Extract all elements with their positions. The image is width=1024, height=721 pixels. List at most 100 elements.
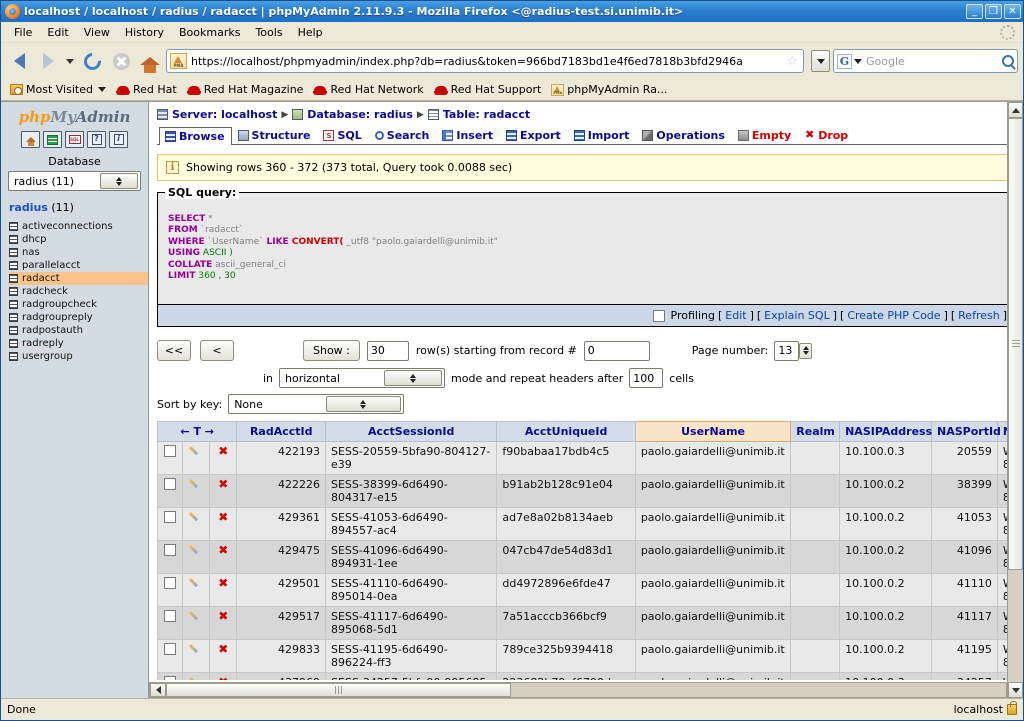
sidebar-table-radpostauth[interactable]: radpostauth <box>9 324 148 337</box>
page-number-stepper[interactable] <box>799 342 813 359</box>
delete-icon[interactable]: ✖ <box>218 510 228 524</box>
history-dropdown-button[interactable] <box>64 48 76 74</box>
row-checkbox[interactable] <box>163 676 176 680</box>
row-delete-cell[interactable]: ✖ <box>209 639 238 673</box>
row-delete-cell[interactable]: ✖ <box>209 441 238 475</box>
spinner-icon[interactable] <box>325 396 402 412</box>
column-header-radacctid[interactable]: RadAcctId <box>236 421 326 442</box>
vertical-scrollbar[interactable] <box>1007 102 1023 698</box>
tab-operations[interactable]: Operations <box>636 126 732 144</box>
scroll-up-button[interactable] <box>1008 102 1023 118</box>
row-checkbox[interactable] <box>163 478 176 490</box>
horizontal-scrollbar[interactable] <box>149 682 1023 698</box>
explain-sql-link[interactable]: Explain SQL <box>764 309 830 322</box>
bookmark-phpmyadmin[interactable]: phpMyAdmin Ra... <box>546 81 672 98</box>
search-input-placeholder[interactable]: Google <box>866 55 1002 68</box>
bookmark-red-hat-magazine[interactable]: Red Hat Magazine <box>182 81 309 98</box>
breadcrumb-database[interactable]: Database: radius <box>307 108 413 121</box>
row-checkbox[interactable] <box>163 610 176 622</box>
sidebar-sql-button[interactable] <box>65 131 84 148</box>
search-icon[interactable] <box>1002 55 1014 67</box>
sidebar-table-radgroupreply[interactable]: radgroupreply <box>9 311 148 324</box>
column-header-acctsessionid[interactable]: AcctSessionId <box>324 421 498 442</box>
sidebar-table-radacct[interactable]: radacct <box>9 272 148 285</box>
current-database[interactable]: radius (11) <box>1 201 148 220</box>
row-checkbox-cell[interactable] <box>157 474 183 508</box>
stop-button[interactable] <box>108 48 134 74</box>
delete-icon[interactable]: ✖ <box>218 675 228 680</box>
create-php-code-link[interactable]: Create PHP Code <box>847 309 940 322</box>
bookmark-star-icon[interactable]: ☆ <box>786 55 798 68</box>
edit-icon[interactable] <box>190 445 202 457</box>
select-all-header[interactable]: ← T → <box>157 421 238 442</box>
row-checkbox-cell[interactable] <box>157 573 183 607</box>
menu-help[interactable]: Help <box>291 23 330 42</box>
record-start-input[interactable] <box>583 340 650 361</box>
tab-import[interactable]: Import <box>568 126 637 144</box>
edit-icon[interactable] <box>190 478 202 490</box>
edit-icon[interactable] <box>190 676 202 680</box>
delete-icon[interactable]: ✖ <box>218 576 228 590</box>
menu-history[interactable]: History <box>118 23 171 42</box>
row-delete-cell[interactable]: ✖ <box>209 474 238 508</box>
menu-bookmarks[interactable]: Bookmarks <box>172 23 247 42</box>
chevron-down-icon[interactable] <box>854 58 862 64</box>
breadcrumb-server[interactable]: Server: localhost <box>172 108 277 121</box>
table-row[interactable]: ✖ 437969 SESS-34257-5bfa90-995685-72c 22… <box>157 672 1015 680</box>
table-row[interactable]: ✖ 429361 SESS-41053-6d6490-894557-ac4 ad… <box>157 507 1015 541</box>
horizontal-scroll-thumb[interactable] <box>166 683 511 697</box>
repeat-headers-input[interactable] <box>629 368 664 388</box>
search-bar[interactable]: G Google <box>833 49 1018 73</box>
display-mode-select[interactable]: horizontal <box>279 368 446 388</box>
vertical-scroll-thumb[interactable] <box>1008 118 1023 570</box>
spinner-icon[interactable] <box>384 370 443 386</box>
breadcrumb-table[interactable]: Table: radacct <box>443 108 530 121</box>
menu-file[interactable]: File <box>7 23 39 42</box>
table-row[interactable]: ✖ 429517 SESS-41117-6d6490-895068-5d1 7a… <box>157 606 1015 640</box>
row-checkbox-cell[interactable] <box>157 606 183 640</box>
row-checkbox-cell[interactable] <box>157 639 183 673</box>
delete-icon[interactable]: ✖ <box>218 609 228 623</box>
table-row[interactable]: ✖ 429501 SESS-41110-6d6490-895014-0ea dd… <box>157 573 1015 607</box>
delete-icon[interactable]: ✖ <box>218 444 228 458</box>
tab-export[interactable]: Export <box>500 126 568 144</box>
bookmark-red-hat[interactable]: Red Hat <box>111 81 182 98</box>
sidebar-home-button[interactable] <box>21 131 40 148</box>
row-delete-cell[interactable]: ✖ <box>209 606 238 640</box>
edit-icon[interactable] <box>190 577 202 589</box>
table-row[interactable]: ✖ 429833 SESS-41195-6d6490-896224-ff3 78… <box>157 639 1015 673</box>
delete-icon[interactable]: ✖ <box>218 477 228 491</box>
row-checkbox-cell[interactable] <box>157 441 183 475</box>
sidebar-table-parallelacct[interactable]: parallelacct <box>9 259 148 272</box>
url-dropdown-button[interactable] <box>811 50 830 72</box>
bookmark-red-hat-support[interactable]: Red Hat Support <box>429 81 547 98</box>
refresh-link[interactable]: Refresh <box>958 309 1000 322</box>
edit-link[interactable]: Edit <box>725 309 746 322</box>
sidebar-table-dhcp[interactable]: dhcp <box>9 233 148 246</box>
row-delete-cell[interactable]: ✖ <box>209 540 238 574</box>
reload-button[interactable] <box>79 48 105 74</box>
column-header-nasportid[interactable]: NASPortId <box>931 421 1001 442</box>
home-button[interactable] <box>137 48 163 74</box>
sidebar-docs-button[interactable] <box>87 131 106 148</box>
row-edit-cell[interactable] <box>181 507 211 541</box>
spinner-icon[interactable] <box>99 173 138 189</box>
menu-view[interactable]: View <box>77 23 117 42</box>
profiling-checkbox[interactable] <box>652 309 665 322</box>
row-delete-cell[interactable]: ✖ <box>209 573 238 607</box>
tab-structure[interactable]: Structure <box>232 126 318 144</box>
phpmyadmin-logo[interactable]: phpMyAdmin <box>1 104 148 131</box>
database-select[interactable]: radius (11) <box>8 171 141 191</box>
edit-icon[interactable] <box>190 643 202 655</box>
row-checkbox[interactable] <box>163 511 176 523</box>
maximize-button[interactable]: ❐ <box>985 4 1002 19</box>
table-row[interactable]: ✖ 422193 SESS-20559-5bfa90-804127-e39 f9… <box>157 441 1015 475</box>
sort-by-key-select[interactable]: None <box>228 394 405 414</box>
sidebar-info-button[interactable] <box>109 131 128 148</box>
tab-empty[interactable]: Empty <box>732 126 798 144</box>
show-button[interactable]: Show : <box>303 340 360 361</box>
sidebar-table-usergroup[interactable]: usergroup <box>9 350 148 363</box>
sidebar-table-radcheck[interactable]: radcheck <box>9 285 148 298</box>
first-page-button[interactable]: << <box>157 340 191 361</box>
tab-drop[interactable]: ✖ Drop <box>798 126 855 144</box>
